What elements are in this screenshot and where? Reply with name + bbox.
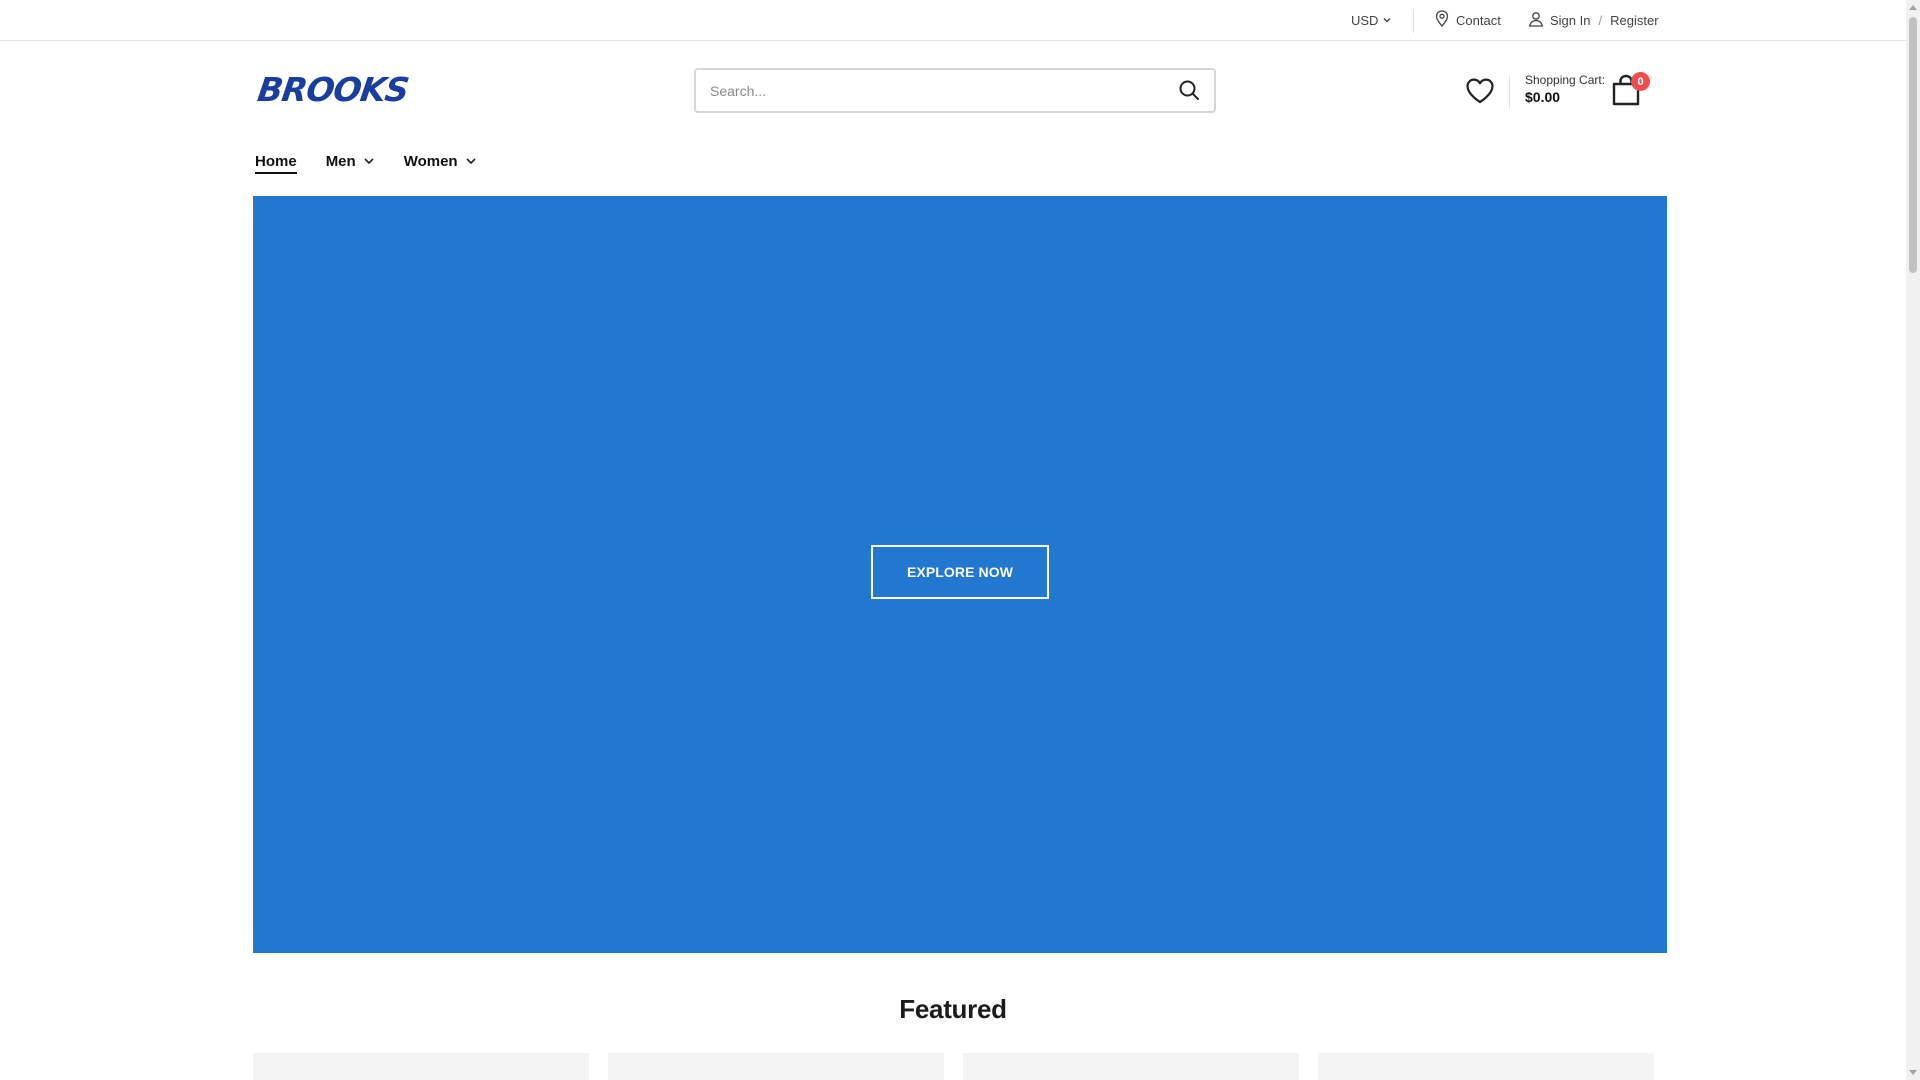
currency-selector[interactable]: USD xyxy=(1351,0,1392,40)
chevron-down-icon xyxy=(363,153,375,170)
cart-label: Shopping Cart: xyxy=(1525,73,1606,87)
scroll-down-arrow-icon[interactable] xyxy=(1909,1070,1917,1075)
wishlist-button[interactable] xyxy=(1465,77,1495,105)
search-input[interactable] xyxy=(710,80,1150,102)
currency-label: USD xyxy=(1351,12,1379,28)
user-icon xyxy=(1528,11,1544,30)
heart-icon xyxy=(1465,78,1495,109)
nav-item-label: Men xyxy=(325,152,356,170)
nav-item-women[interactable]: Women xyxy=(404,153,477,170)
brand-logo[interactable]: BROOKS xyxy=(255,70,410,109)
location-pin-icon xyxy=(1435,10,1449,30)
search-bar xyxy=(694,68,1216,113)
product-card[interactable] xyxy=(963,1053,1299,1080)
top-utility-bar: USD Contact Sign In / Register xyxy=(0,0,1906,41)
search-icon xyxy=(1178,79,1200,106)
chevron-down-icon xyxy=(465,153,477,170)
contact-link[interactable]: Contact xyxy=(1435,0,1501,40)
search-button[interactable] xyxy=(1176,79,1202,105)
shopping-bag-icon xyxy=(1610,74,1642,111)
nav-item-men[interactable]: Men xyxy=(326,153,375,170)
sign-in-link[interactable]: Sign In xyxy=(1550,13,1590,28)
cart-summary[interactable]: Shopping Cart: $0.00 xyxy=(1525,73,1605,107)
cart-total: $0.00 xyxy=(1525,89,1561,105)
account-links: Sign In / Register xyxy=(1528,0,1659,40)
page-scrollbar[interactable] xyxy=(1906,0,1920,1080)
register-link[interactable]: Register xyxy=(1610,13,1658,28)
nav-item-home[interactable]: Home xyxy=(255,152,297,174)
scrollbar-thumb[interactable] xyxy=(1909,17,1917,273)
contact-label[interactable]: Contact xyxy=(1456,13,1501,28)
product-card[interactable] xyxy=(1318,1053,1654,1080)
cart-count-badge: 0 xyxy=(1631,72,1650,91)
utility-divider xyxy=(1413,9,1414,33)
header-divider xyxy=(1509,75,1510,108)
nav-item-label: Women xyxy=(403,152,458,170)
scroll-up-arrow-icon[interactable] xyxy=(1909,5,1917,10)
product-card[interactable] xyxy=(253,1053,589,1080)
main-navigation: Home Men Women xyxy=(255,150,506,174)
product-card[interactable] xyxy=(608,1053,944,1080)
nav-item-label: Home xyxy=(255,152,297,170)
chevron-down-icon xyxy=(1382,13,1392,28)
account-separator: / xyxy=(1598,12,1603,28)
featured-section-title: Featured xyxy=(899,994,1007,1024)
explore-now-button[interactable]: EXPLORE NOW xyxy=(871,545,1049,599)
